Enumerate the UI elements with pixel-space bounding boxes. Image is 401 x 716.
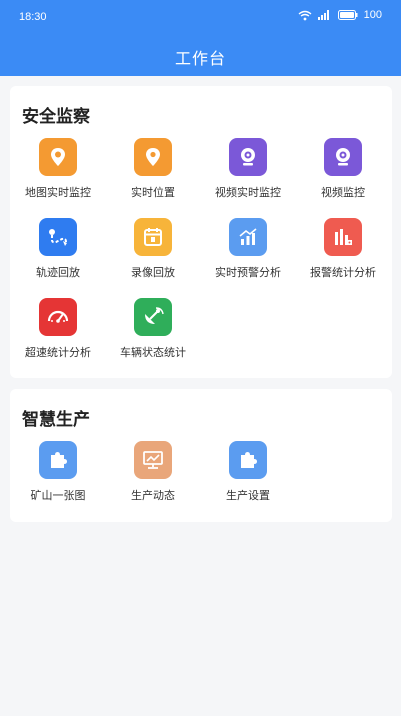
puzzle-icon	[39, 441, 77, 479]
grid-item-production-settings[interactable]: 生产设置	[200, 441, 296, 503]
grid-item-video-live[interactable]: 视频实时监控	[200, 138, 296, 200]
grid-item-map-monitor[interactable]: 地图实时监控	[10, 138, 106, 200]
grid-item-label: 实时位置	[131, 187, 175, 199]
speedometer-icon	[39, 298, 77, 336]
grid-item-mine-map[interactable]: 矿山一张图	[10, 441, 106, 503]
grid-item-label: 矿山一张图	[30, 490, 86, 502]
grid-item-speeding-stats[interactable]: 超速统计分析	[10, 298, 106, 360]
grid-item-label: 视频实时监控	[215, 187, 281, 199]
map-pin-icon	[39, 138, 77, 176]
track-icon	[39, 218, 77, 256]
section-title: 安全监察	[22, 107, 90, 126]
section-card-safety: 安全监察 地图实时监控 实时位置 视频实时监控 视频监控 轨迹回放 录像回放 实…	[10, 86, 392, 378]
signal-icon	[317, 10, 332, 20]
grid-item-label: 录像回放	[131, 267, 175, 279]
grid-item-vehicle-status[interactable]: 车辆状态统计	[105, 298, 201, 360]
grid-item-label: 生产动态	[131, 490, 175, 502]
wifi-icon	[298, 10, 312, 21]
battery-icon	[337, 10, 358, 20]
grid-item-location[interactable]: 实时位置	[105, 138, 201, 200]
grid-item-recording-replay[interactable]: 录像回放	[105, 218, 201, 280]
page-title: 工作台	[174, 51, 226, 68]
grid-item-label: 轨迹回放	[36, 267, 80, 279]
trend-chart-icon	[229, 218, 267, 256]
grid-item-warning-analysis[interactable]: 实时预警分析	[200, 218, 296, 280]
alarm-bar-icon	[324, 218, 362, 256]
status-icons: 100	[298, 9, 382, 21]
grid-item-video[interactable]: 视频监控	[295, 138, 391, 200]
section-card-production: 智慧生产 矿山一张图 生产动态 生产设置	[10, 389, 392, 522]
top-bar: 18:30 100 工作台	[0, 0, 401, 76]
monitor-icon	[134, 441, 172, 479]
grid-item-label: 车辆状态统计	[120, 347, 186, 359]
section-title: 智慧生产	[22, 410, 90, 429]
calendar-icon	[134, 218, 172, 256]
grid-item-label: 生产设置	[226, 490, 270, 502]
grid-item-label: 视频监控	[321, 187, 365, 199]
webcam-icon	[229, 138, 267, 176]
grid-item-alarm-stats[interactable]: 报警统计分析	[295, 218, 391, 280]
location-icon	[134, 138, 172, 176]
battery-level: 100	[363, 9, 382, 21]
webcam-icon	[324, 138, 362, 176]
grid-item-label: 实时预警分析	[215, 267, 281, 279]
status-time: 18:30	[19, 11, 47, 23]
grid-item-production-dynamics[interactable]: 生产动态	[105, 441, 201, 503]
satellite-icon	[134, 298, 172, 336]
grid-item-track-replay[interactable]: 轨迹回放	[10, 218, 106, 280]
puzzle-icon	[229, 441, 267, 479]
grid-item-label: 报警统计分析	[310, 267, 376, 279]
grid-item-label: 地图实时监控	[25, 187, 91, 199]
grid-item-label: 超速统计分析	[25, 347, 91, 359]
